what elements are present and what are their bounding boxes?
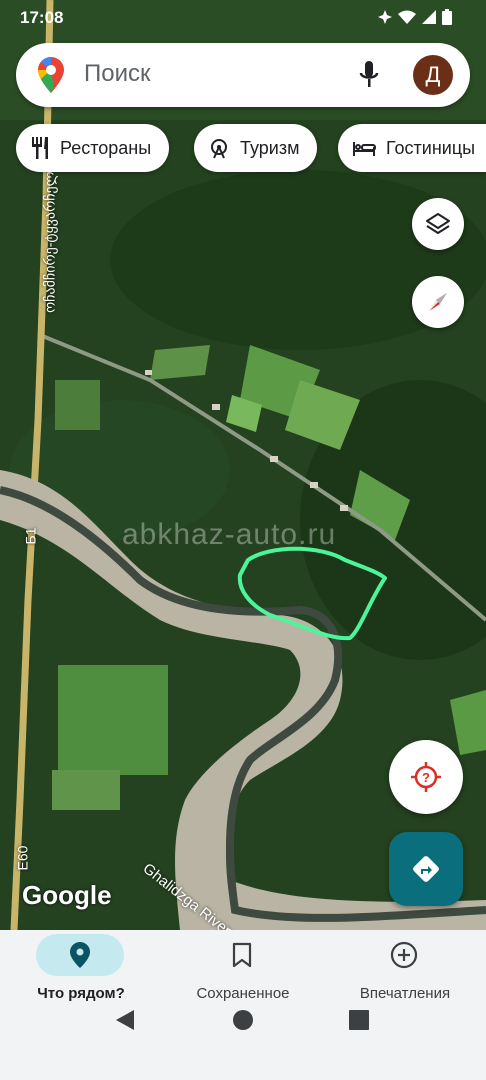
- watermark: abkhaz-auto.ru: [122, 518, 337, 551]
- search-bar[interactable]: Поиск Д: [16, 43, 470, 107]
- tab-contribute[interactable]: Впечатления: [324, 930, 486, 1020]
- location-unknown-icon: ?: [411, 762, 441, 792]
- road-label-e60: E60: [14, 845, 31, 871]
- directions-icon: [413, 856, 439, 882]
- signal-icon: [422, 10, 436, 24]
- google-attribution: Google: [22, 880, 112, 910]
- wifi-icon: [398, 10, 416, 24]
- chip-label: Гостиницы: [386, 137, 476, 158]
- road-label-vertical: ოჩამჩირე-ტყვარჩელი: [41, 164, 58, 313]
- compass-button[interactable]: [412, 276, 464, 328]
- account-avatar[interactable]: Д: [413, 55, 453, 95]
- directions-button[interactable]: [389, 832, 463, 906]
- road-label-b1: Б1: [22, 527, 39, 545]
- bed-icon: [352, 139, 376, 157]
- chip-tourism[interactable]: Туризм: [194, 124, 318, 172]
- add-circle-icon: [390, 941, 418, 969]
- status-bar: 17:08: [0, 0, 486, 36]
- tab-contribute-pill: [360, 934, 448, 976]
- layers-icon: [426, 213, 450, 234]
- tab-saved-pill: [198, 934, 286, 976]
- back-icon[interactable]: [114, 1008, 136, 1032]
- chip-restaurants[interactable]: Рестораны: [16, 124, 170, 172]
- tab-saved-label: Сохраненное: [196, 985, 290, 1002]
- fork-knife-icon: [30, 137, 50, 159]
- microphone-icon[interactable]: [359, 61, 379, 89]
- tab-explore-label: Что рядом?: [37, 985, 125, 1002]
- chip-label: Рестораны: [60, 137, 152, 158]
- dnd-icon: [378, 10, 392, 24]
- ferris-wheel-icon: [208, 137, 230, 159]
- location-pin-icon: [70, 942, 90, 968]
- home-icon[interactable]: [232, 1008, 254, 1032]
- bottom-navigation: Что рядом? Сохраненное Впечатления: [0, 930, 486, 1080]
- bookmark-icon: [232, 942, 252, 968]
- my-location-button[interactable]: ?: [389, 740, 463, 814]
- compass-icon: [429, 293, 447, 311]
- recents-icon[interactable]: [348, 1008, 370, 1032]
- search-input[interactable]: Поиск: [84, 60, 151, 88]
- tab-contribute-label: Впечатления: [359, 985, 451, 1002]
- tab-saved[interactable]: Сохраненное: [162, 930, 324, 1020]
- layers-button[interactable]: [412, 198, 464, 250]
- status-icons: [378, 9, 452, 25]
- maps-logo-icon: [38, 57, 64, 93]
- svg-text:?: ?: [422, 770, 430, 785]
- chip-label: Туризм: [240, 137, 300, 158]
- chip-hotels[interactable]: Гостиницы: [338, 124, 486, 172]
- status-time: 17:08: [20, 8, 64, 27]
- tab-explore[interactable]: Что рядом?: [0, 930, 162, 1020]
- battery-icon: [442, 9, 452, 25]
- tab-explore-pill: [36, 934, 124, 976]
